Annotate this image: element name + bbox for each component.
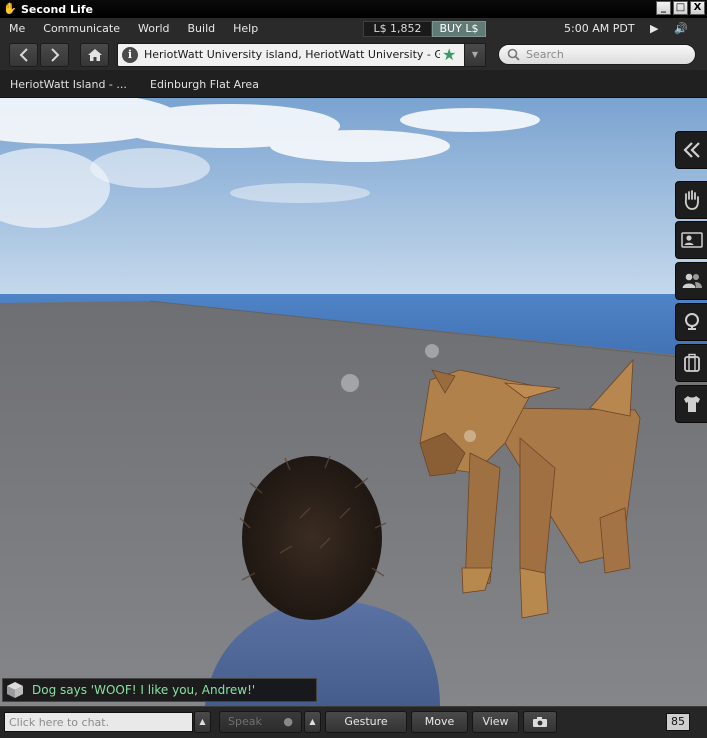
- home-button[interactable]: [80, 43, 109, 67]
- notification-count[interactable]: 85: [666, 713, 690, 731]
- second-life-hand-icon: ✋: [3, 2, 17, 15]
- world-viewport[interactable]: [0, 98, 707, 706]
- clock: 5:00 AM PDT: [564, 22, 635, 35]
- search-box[interactable]: [498, 44, 696, 65]
- object-cube-icon: [7, 682, 23, 698]
- sidebar-places-tab[interactable]: [675, 303, 707, 341]
- collapse-icon: [682, 142, 700, 158]
- maximize-button[interactable]: □: [673, 1, 688, 15]
- favorites-bar: HeriotWatt Island - ... Edinburgh Flat A…: [0, 70, 707, 98]
- favorite-landmark-heriotwatt[interactable]: HeriotWatt Island - ...: [10, 70, 127, 98]
- chat-input[interactable]: [4, 712, 193, 732]
- inventory-icon: [683, 353, 700, 372]
- title-bar: ✋ Second Life _ □ X: [0, 0, 707, 18]
- window-controls: _ □ X: [656, 1, 705, 15]
- menu-build[interactable]: Build: [179, 18, 225, 40]
- sidebar-collapse-tab[interactable]: [675, 131, 707, 169]
- balance-amount[interactable]: L$ 1,852: [363, 21, 432, 37]
- profile-icon: [680, 232, 703, 248]
- favorite-star-icon[interactable]: ★: [442, 44, 456, 66]
- sidebar-home-tab[interactable]: [675, 181, 707, 219]
- sidebar-people-tab[interactable]: [675, 262, 707, 300]
- back-button[interactable]: [9, 43, 38, 67]
- minimize-button[interactable]: _: [656, 1, 671, 15]
- people-icon: [682, 273, 702, 288]
- scene-render: [0, 98, 707, 706]
- voice-indicator-icon: ●: [283, 715, 293, 728]
- menu-me[interactable]: Me: [0, 18, 34, 40]
- gesture-button[interactable]: Gesture: [325, 711, 407, 733]
- currency-balance: L$ 1,852 BUY L$: [363, 21, 486, 37]
- snapshot-button[interactable]: [523, 711, 557, 733]
- hand-icon: [684, 190, 699, 210]
- camera-icon: [533, 717, 547, 727]
- sidebar-inventory-tab[interactable]: [675, 344, 707, 382]
- arrow-left-icon: [19, 48, 28, 62]
- appearance-icon: [683, 396, 700, 412]
- sidebar-appearance-tab[interactable]: [675, 385, 707, 423]
- info-icon[interactable]: i: [122, 47, 138, 63]
- favorite-landmark-edinburgh[interactable]: Edinburgh Flat Area: [150, 70, 259, 98]
- window-title: Second Life: [21, 2, 94, 16]
- location-text[interactable]: HeriotWatt University island, HeriotWatt…: [144, 44, 440, 66]
- view-button[interactable]: View: [472, 711, 519, 733]
- chat-toast-message: Dog says 'WOOF! I like you, Andrew!': [32, 683, 256, 697]
- chat-history-button[interactable]: ▲: [194, 711, 211, 733]
- location-dropdown-button[interactable]: ▼: [464, 44, 485, 66]
- bottom-tray: ▲ Speak ● ▲ Gesture Move View 85: [0, 706, 707, 738]
- menu-world[interactable]: World: [129, 18, 179, 40]
- home-icon: [87, 49, 102, 61]
- speak-options-button[interactable]: ▲: [304, 711, 321, 733]
- forward-button[interactable]: [40, 43, 69, 67]
- move-button[interactable]: Move: [411, 711, 468, 733]
- buy-currency-button[interactable]: BUY L$: [432, 21, 486, 37]
- search-input[interactable]: [526, 46, 686, 63]
- close-button[interactable]: X: [690, 1, 705, 15]
- location-bar[interactable]: i HeriotWatt University island, HeriotWa…: [117, 43, 486, 67]
- menu-communicate[interactable]: Communicate: [34, 18, 129, 40]
- speak-button[interactable]: Speak ●: [219, 711, 302, 733]
- speak-label: Speak: [228, 715, 262, 728]
- navigation-bar: i HeriotWatt University island, HeriotWa…: [0, 40, 707, 70]
- arrow-right-icon: [50, 48, 59, 62]
- menu-help[interactable]: Help: [224, 18, 267, 40]
- sidebar-me-tab[interactable]: [675, 221, 707, 259]
- media-controls[interactable]: ▶ 🔊: [650, 18, 694, 40]
- search-icon: [507, 48, 520, 61]
- places-icon: [684, 313, 699, 330]
- chat-toast[interactable]: Dog says 'WOOF! I like you, Andrew!': [2, 678, 317, 702]
